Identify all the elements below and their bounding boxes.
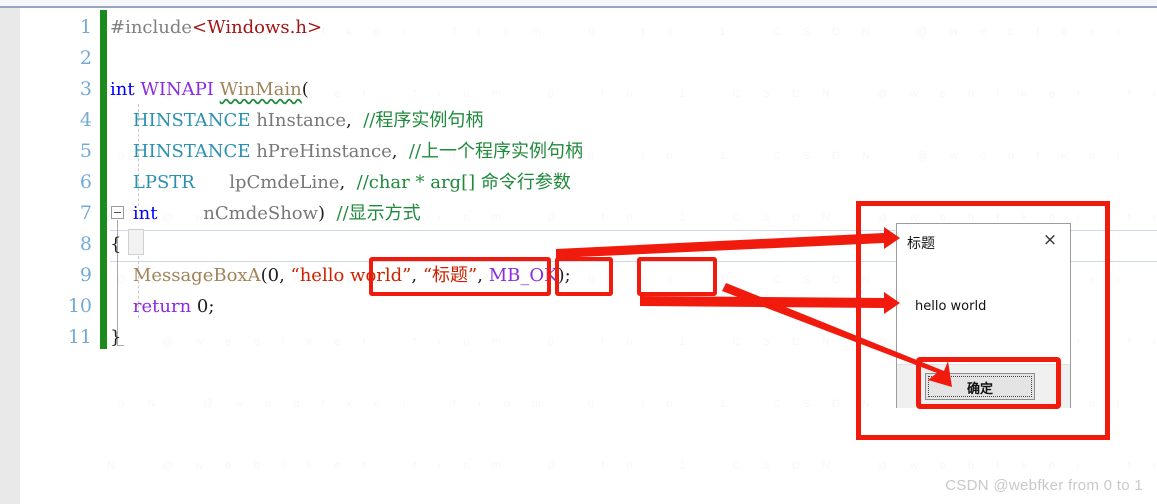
line-number-gutter: 1 2 3 4 5 6 7 8 9 10 11 xyxy=(20,8,100,504)
line-number: 9 xyxy=(79,264,92,286)
dialog-titlebar[interactable]: 标题 × xyxy=(897,224,1070,264)
code-token: ( xyxy=(260,265,268,286)
code-token: #include xyxy=(110,17,193,38)
code-line[interactable]: HINSTANCE hInstance, //程序实例句柄 xyxy=(110,105,483,136)
line-number: 7 xyxy=(79,202,92,224)
code-line[interactable]: int WINAPI WinMain( xyxy=(110,74,309,105)
code-token: 0 xyxy=(267,265,280,286)
code-token: , xyxy=(339,172,357,193)
code-token: int xyxy=(110,79,135,100)
code-token: nCmdeShow xyxy=(203,203,319,224)
toolbar-cell-1[interactable] xyxy=(0,0,653,6)
code-editor[interactable]: CSDN @webfker from 0 to 1 CSDN @webfker … xyxy=(0,8,1157,504)
code-token: HINSTANCE xyxy=(132,110,251,131)
close-icon[interactable]: × xyxy=(1040,230,1060,250)
dialog-message: hello world xyxy=(915,299,987,314)
code-token: hPreHinstance xyxy=(256,141,392,162)
line-number: 2 xyxy=(79,47,92,69)
code-line[interactable]: HINSTANCE hPreHinstance, //上一个程序实例句柄 xyxy=(110,136,583,167)
line-number: 11 xyxy=(67,326,92,348)
code-token-error: WinMain xyxy=(219,79,302,100)
code-token: , xyxy=(391,141,409,162)
annotation-box-ok-button xyxy=(916,357,1061,409)
change-indicator-bar xyxy=(100,10,107,349)
toolbar-cell-2[interactable] xyxy=(652,0,1107,6)
code-line[interactable]: { xyxy=(110,229,121,260)
code-token: hInstance xyxy=(256,110,347,131)
editor-indicator-margin[interactable] xyxy=(0,8,20,504)
code-token: WINAPI xyxy=(140,79,214,100)
code-token: ( xyxy=(301,79,309,100)
annotation-box-mb-ok xyxy=(637,257,717,296)
line-number: 3 xyxy=(79,78,92,100)
line-number: 6 xyxy=(79,171,92,193)
code-token: LPSTR xyxy=(132,172,195,193)
line-number: 10 xyxy=(67,295,92,317)
code-token: lpCmdeLine xyxy=(229,172,340,193)
code-token: <Windows.h> xyxy=(192,17,323,38)
code-token: ) xyxy=(318,203,337,224)
code-token: return xyxy=(132,296,192,317)
code-token: 0; xyxy=(196,296,215,317)
code-token: { xyxy=(110,234,122,255)
code-line[interactable]: LPSTR lpCmdeLine, //char * arg[] 命令行参数 xyxy=(110,167,571,198)
watermark-credit: CSDN @webfker from 0 to 1 xyxy=(945,477,1143,494)
code-token: //显示方式 xyxy=(336,203,421,224)
code-line[interactable]: #include<Windows.h> xyxy=(110,12,322,43)
code-token: MessageBoxA xyxy=(132,265,261,286)
code-line[interactable]: int nCmdeShow) //显示方式 xyxy=(110,198,421,229)
line-number: 8 xyxy=(79,233,92,255)
code-token: , xyxy=(346,110,364,131)
code-line[interactable]: } xyxy=(110,322,121,353)
dialog-title: 标题 xyxy=(907,236,935,252)
code-token: } xyxy=(110,327,122,348)
code-token: HINSTANCE xyxy=(132,141,251,162)
toolbar-cell-3[interactable] xyxy=(1106,0,1157,6)
code-token: //程序实例句柄 xyxy=(363,110,484,131)
line-number: 1 xyxy=(79,16,92,38)
line-number: 4 xyxy=(79,109,92,131)
line-number: 5 xyxy=(79,140,92,162)
annotation-box-hello-world xyxy=(369,257,551,296)
code-token: int xyxy=(132,203,158,224)
toolbar-strip-cutoff xyxy=(0,0,1157,8)
annotation-box-title xyxy=(555,257,613,296)
code-line[interactable]: return 0; xyxy=(110,291,215,322)
code-token: //上一个程序实例句柄 xyxy=(408,141,584,162)
dialog-body: hello world xyxy=(897,264,1070,364)
code-token: //char * arg[] 命令行参数 xyxy=(356,172,571,193)
code-token: , xyxy=(279,265,291,286)
